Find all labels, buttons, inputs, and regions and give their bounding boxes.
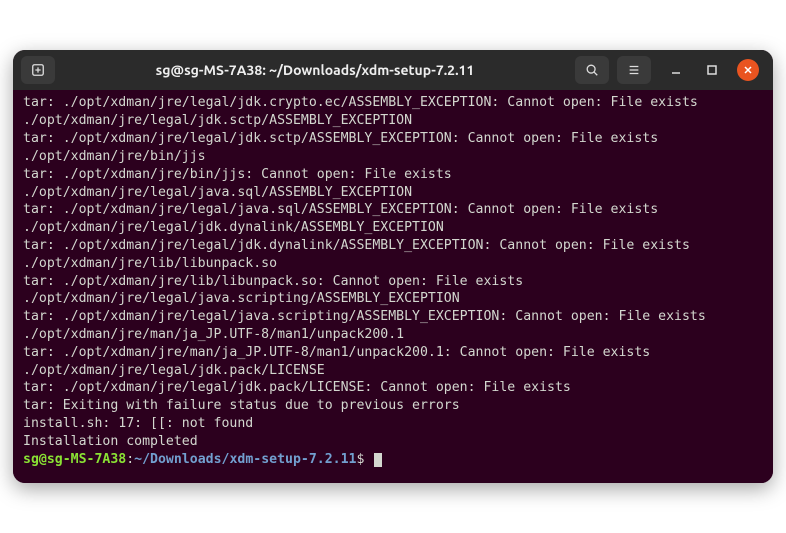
close-button[interactable] — [737, 59, 759, 81]
new-tab-button[interactable] — [21, 56, 55, 84]
minimize-icon — [670, 64, 682, 76]
prompt-user: sg@sg-MS-7A38 — [23, 452, 126, 467]
terminal-output: tar: ./opt/xdman/jre/legal/jdk.crypto.ec… — [23, 95, 706, 448]
cursor — [374, 453, 382, 467]
hamburger-menu-button[interactable] — [617, 56, 651, 84]
minimize-button[interactable] — [665, 59, 687, 81]
prompt-path: ~/Downloads/xdm-setup-7.2.11 — [134, 452, 356, 467]
maximize-icon — [706, 64, 718, 76]
new-tab-icon — [31, 63, 45, 77]
close-icon — [742, 64, 754, 76]
titlebar: sg@sg-MS-7A38: ~/Downloads/xdm-setup-7.2… — [13, 50, 773, 90]
search-button[interactable] — [575, 56, 609, 84]
search-icon — [585, 63, 599, 77]
prompt-colon: : — [126, 452, 134, 467]
prompt-dollar: $ — [356, 452, 364, 467]
prompt: sg@sg-MS-7A38:~/Downloads/xdm-setup-7.2.… — [23, 452, 364, 467]
window-controls — [659, 59, 765, 81]
maximize-button[interactable] — [701, 59, 723, 81]
hamburger-icon — [627, 63, 641, 77]
terminal-body[interactable]: tar: ./opt/xdman/jre/legal/jdk.crypto.ec… — [13, 90, 773, 482]
terminal-window: sg@sg-MS-7A38: ~/Downloads/xdm-setup-7.2… — [13, 50, 773, 482]
window-title: sg@sg-MS-7A38: ~/Downloads/xdm-setup-7.2… — [63, 62, 567, 78]
